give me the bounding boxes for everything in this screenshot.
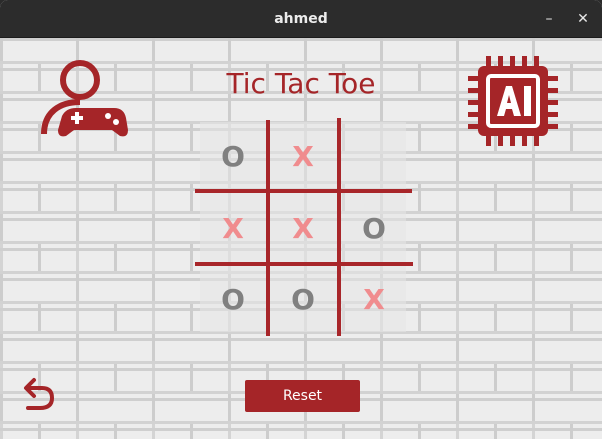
board-cell-3-2[interactable]: O [270, 266, 336, 332]
board-cell-1-2[interactable]: X [270, 123, 336, 189]
brick-row [0, 334, 602, 364]
board-cell-2-1[interactable]: X [200, 195, 266, 261]
title-bar: ahmed – ✕ [0, 0, 602, 38]
game-board: O X X X O O O X [195, 118, 415, 336]
board-cell-3-3[interactable]: X [341, 266, 407, 332]
player-controller-icon[interactable] [36, 56, 128, 140]
close-button[interactable]: ✕ [571, 7, 595, 31]
window-title: ahmed [274, 11, 328, 27]
brick-row [0, 424, 602, 439]
board-cell-1-1[interactable]: O [200, 123, 266, 189]
undo-arrow-icon[interactable] [22, 374, 56, 412]
board-cell-3-1[interactable]: O [200, 266, 266, 332]
grid-line-horizontal-1 [195, 189, 412, 193]
app-window: ahmed – ✕ Tic Tac Toe O X X X O O O X Re… [0, 0, 602, 439]
board-cell-2-3[interactable]: O [341, 195, 407, 261]
minimize-button[interactable]: – [537, 7, 561, 31]
board-cell-1-3[interactable] [341, 123, 407, 189]
ai-chip-icon[interactable] [464, 52, 562, 150]
board-cell-2-2[interactable]: X [270, 195, 336, 261]
reset-button[interactable]: Reset [245, 380, 360, 412]
game-area: Tic Tac Toe O X X X O O O X Reset [0, 38, 602, 439]
